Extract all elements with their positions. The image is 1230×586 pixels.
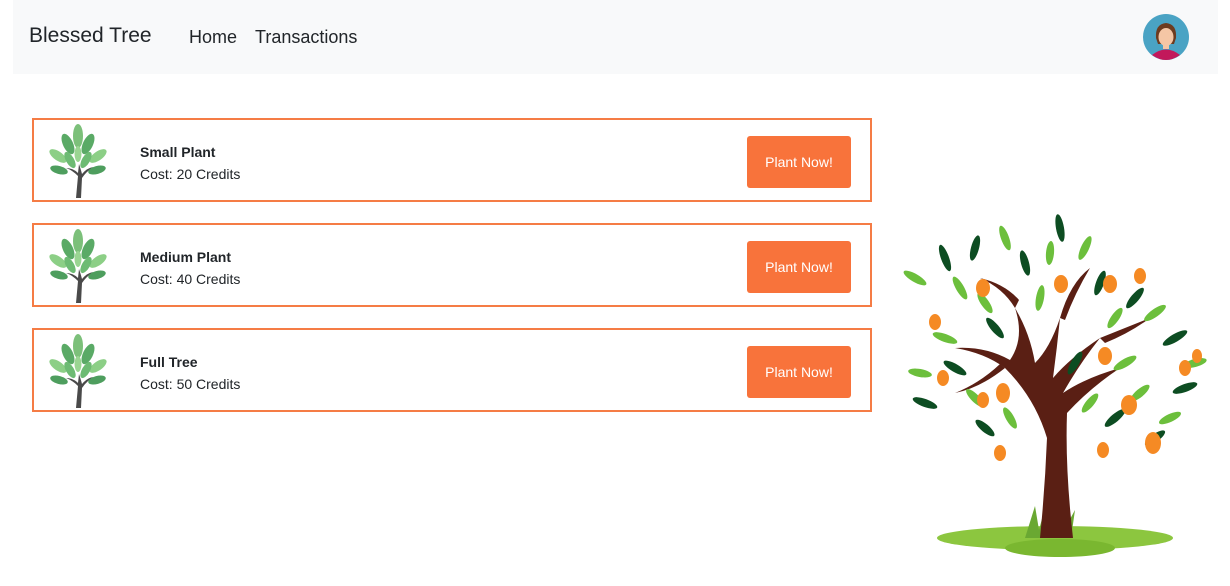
nav-link-transactions[interactable]: Transactions (255, 27, 357, 48)
navbar: Blessed Tree Home Transactions (13, 0, 1218, 74)
plan-name: Small Plant (140, 144, 216, 160)
plan-card-full-tree: Full Tree Cost: 50 Credits Plant Now! (32, 328, 872, 412)
plant-now-button[interactable]: Plant Now! (747, 346, 851, 398)
sapling-icon (48, 229, 108, 305)
nav-link-home[interactable]: Home (189, 27, 237, 48)
plant-now-button[interactable]: Plant Now! (747, 136, 851, 188)
plan-name: Medium Plant (140, 249, 232, 265)
plan-card-medium: Medium Plant Cost: 40 Credits Plant Now! (32, 223, 872, 307)
plan-cost: Cost: 50 Credits (140, 376, 241, 392)
mango-tree-illustration (885, 188, 1215, 560)
plan-cost: Cost: 40 Credits (140, 271, 241, 287)
user-avatar-icon[interactable] (1143, 14, 1189, 60)
sapling-icon (48, 334, 108, 410)
sapling-icon (48, 124, 108, 200)
plan-card-small: Small Plant Cost: 20 Credits Plant Now! (32, 118, 872, 202)
brand-logo-text[interactable]: Blessed Tree (29, 24, 152, 48)
plan-name: Full Tree (140, 354, 198, 370)
plant-now-button[interactable]: Plant Now! (747, 241, 851, 293)
plan-cost: Cost: 20 Credits (140, 166, 241, 182)
